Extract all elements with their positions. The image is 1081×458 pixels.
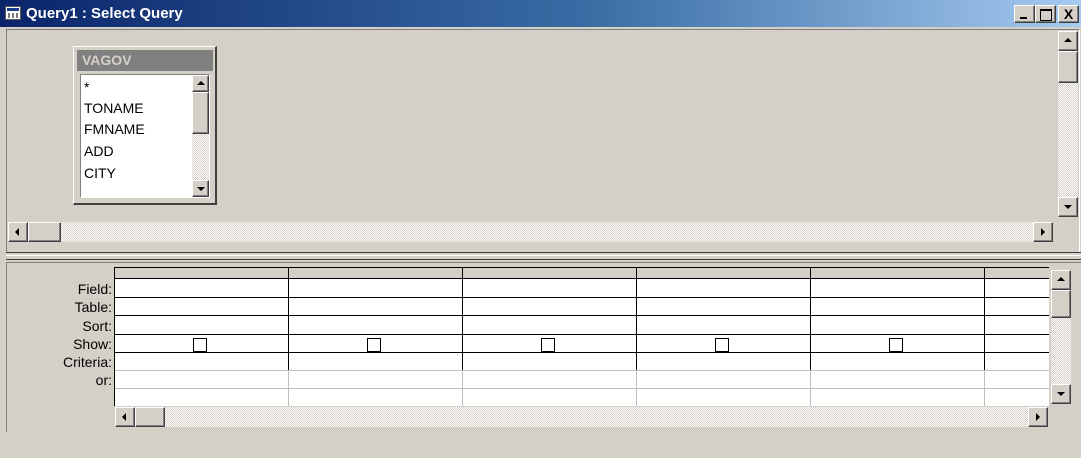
row-divider [115, 315, 1049, 316]
up-arrow-icon [1064, 38, 1072, 42]
row-divider [115, 388, 1049, 389]
column-divider [984, 279, 985, 370]
row-label-sort: Sort: [82, 318, 112, 334]
design-grid-hscroll-track[interactable] [135, 407, 1028, 427]
row-label-field: Field: [77, 281, 112, 297]
field-list-title[interactable]: VAGOV [77, 50, 213, 71]
row-label-show: Show: [73, 336, 112, 352]
row-label-criteria: Criteria: [62, 354, 112, 370]
window-title: Query1 : Select Query [26, 5, 183, 22]
row-divider [115, 297, 1049, 298]
show-checkbox[interactable] [715, 338, 729, 352]
table-pane-hscroll-track[interactable] [28, 222, 1033, 242]
table-pane-scroll-left-button[interactable] [8, 222, 28, 242]
table-pane-scroll-up-button[interactable] [1058, 31, 1078, 51]
column-divider [288, 279, 289, 370]
field-list-scroll-down-button[interactable] [192, 180, 209, 197]
row-divider [115, 352, 1049, 353]
show-checkbox[interactable] [367, 338, 381, 352]
field-list-item[interactable]: * [84, 77, 89, 97]
table-pane-vscroll-thumb[interactable] [1058, 51, 1078, 83]
query-icon[interactable] [5, 6, 21, 20]
column-selector[interactable] [115, 268, 289, 279]
minimize-button[interactable] [1014, 5, 1035, 23]
design-grid-scroll-left-button[interactable] [115, 407, 135, 427]
field-list[interactable]: * TONAME FMNAME ADD CITY [80, 74, 210, 198]
down-arrow-icon [1057, 392, 1065, 396]
close-icon: X [1063, 6, 1074, 22]
column-divider [636, 370, 637, 406]
query-window: Query1 : Select Query X VAGOV * TONAME F… [0, 0, 1081, 458]
show-checkbox[interactable] [193, 338, 207, 352]
column-selector[interactable] [985, 268, 1049, 279]
column-divider [810, 279, 811, 370]
design-grid-scroll-up-button[interactable] [1051, 270, 1071, 290]
row-divider [115, 370, 1049, 371]
field-list-item[interactable]: FMNAME [84, 119, 145, 139]
table-pane-scroll-right-button[interactable] [1033, 222, 1053, 242]
column-divider [810, 370, 811, 406]
show-checkbox[interactable] [889, 338, 903, 352]
down-arrow-icon [1064, 205, 1072, 209]
table-pane-hscroll-thumb[interactable] [28, 222, 61, 242]
design-grid-vscroll-thumb[interactable] [1051, 290, 1071, 318]
left-arrow-icon [15, 228, 19, 236]
pane-splitter[interactable] [6, 252, 1081, 260]
column-selector[interactable] [637, 268, 811, 279]
up-arrow-icon [197, 81, 205, 85]
show-checkbox[interactable] [541, 338, 555, 352]
row-label-table: Table: [74, 299, 112, 315]
maximize-button[interactable] [1035, 5, 1056, 23]
field-list-item[interactable]: TONAME [84, 98, 144, 118]
column-divider [462, 279, 463, 370]
column-selector[interactable] [289, 268, 463, 279]
title-bar[interactable]: Query1 : Select Query X [0, 0, 1081, 27]
field-list-item[interactable]: CITY [84, 163, 116, 183]
row-divider [115, 334, 1049, 335]
field-list-vagov[interactable]: VAGOV * TONAME FMNAME ADD CITY [73, 46, 217, 205]
table-pane-scroll-down-button[interactable] [1058, 197, 1078, 217]
column-divider [462, 370, 463, 406]
row-label-or: or: [95, 372, 112, 388]
field-list-item[interactable]: ADD [84, 141, 114, 161]
close-button[interactable]: X [1058, 5, 1079, 23]
design-grid[interactable] [114, 267, 1049, 406]
left-arrow-icon [122, 413, 126, 421]
right-arrow-icon [1041, 228, 1045, 236]
column-selector[interactable] [463, 268, 637, 279]
design-grid-hscroll-thumb[interactable] [135, 407, 165, 427]
column-selector[interactable] [811, 268, 985, 279]
field-list-scroll-up-button[interactable] [192, 75, 209, 92]
column-divider [288, 370, 289, 406]
design-grid-scroll-down-button[interactable] [1051, 384, 1071, 404]
down-arrow-icon [197, 187, 205, 191]
design-grid-scroll-right-button[interactable] [1028, 407, 1048, 427]
column-divider [636, 279, 637, 370]
field-list-scroll-thumb[interactable] [192, 92, 209, 134]
column-divider [984, 370, 985, 406]
right-arrow-icon [1036, 413, 1040, 421]
up-arrow-icon [1057, 277, 1065, 281]
